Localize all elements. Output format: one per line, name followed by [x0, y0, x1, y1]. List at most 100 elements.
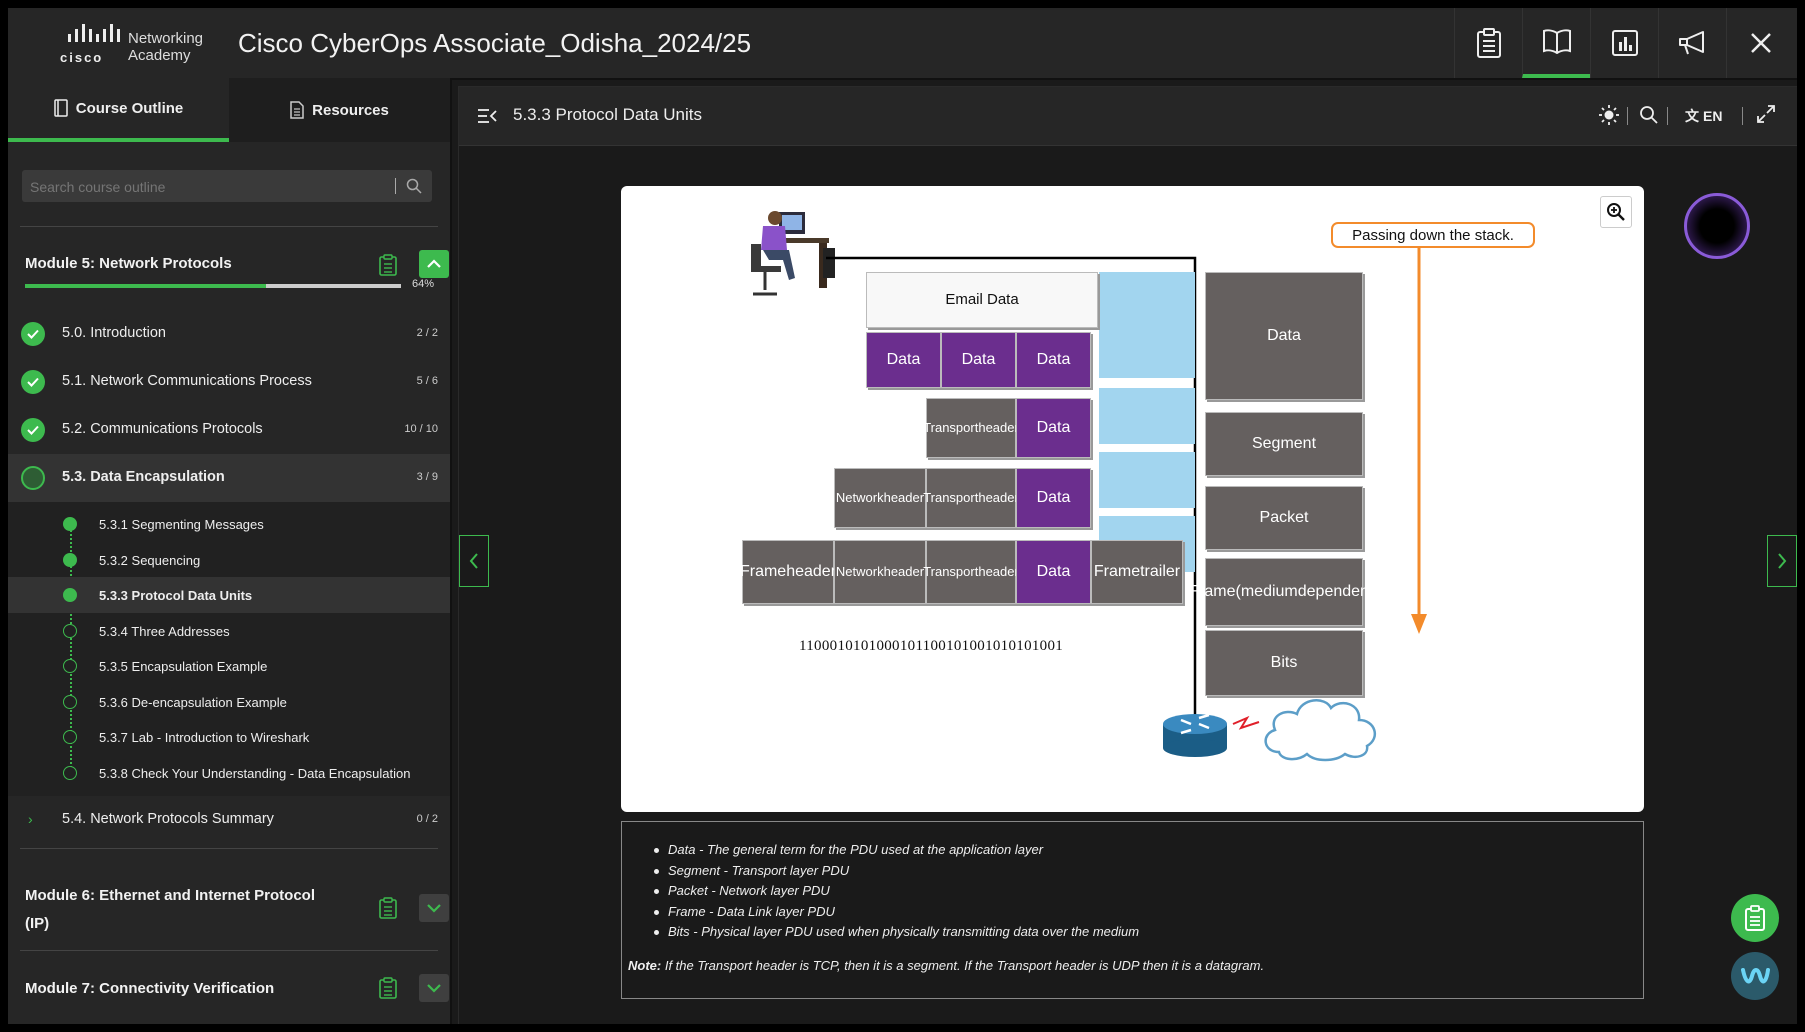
- divider: [1627, 107, 1628, 125]
- previous-page-button[interactable]: [459, 535, 489, 587]
- close-icon: [1751, 33, 1771, 53]
- zoom-button[interactable]: [1600, 196, 1632, 228]
- next-page-button[interactable]: [1767, 535, 1797, 587]
- pdu-notes: Data - The general term for the PDU used…: [621, 821, 1644, 999]
- bit-stream: 1100010101000101100101001010101001: [799, 638, 1064, 654]
- fullscreen-icon[interactable]: [1757, 105, 1775, 123]
- chevron-right-icon: [63, 695, 77, 709]
- chevron-right-icon: [63, 766, 77, 780]
- webex-icon: [1741, 968, 1770, 984]
- email-data-block: Email Data: [866, 272, 1098, 328]
- app-window: cisco Networking Academy Cisco CyberOps …: [8, 8, 1797, 1024]
- chevron-right-icon: [63, 624, 77, 638]
- module-5-progress-bar: [25, 284, 401, 288]
- megaphone-icon: [1679, 31, 1704, 55]
- router-icon: [1163, 713, 1227, 757]
- data-block: Data: [941, 332, 1016, 388]
- section-5-3[interactable]: 5.3. Data Encapsulation 3 / 9: [8, 454, 450, 502]
- clipboard-button[interactable]: [1454, 8, 1523, 78]
- divider: [20, 950, 438, 951]
- serial-link-icon: [1232, 715, 1260, 730]
- clipboard-icon: [1477, 28, 1501, 58]
- pdu-diagram-figure: Email Data Data Data Data Transport heade…: [621, 186, 1644, 812]
- topic-5-3-6[interactable]: 5.3.6 De-encapsulation Example: [8, 684, 450, 720]
- pdu-label-bits: Bits: [1205, 630, 1363, 696]
- course-book-button[interactable]: [1522, 8, 1591, 78]
- course-sidebar: Course Outline Resources Module 5: Netwo…: [8, 78, 452, 1024]
- completed-check-icon: [21, 418, 45, 442]
- module-assessment-icon[interactable]: [379, 977, 397, 999]
- quiz-fab-button[interactable]: [1731, 894, 1779, 942]
- announcements-button[interactable]: [1658, 8, 1727, 78]
- search-icon[interactable]: [406, 178, 422, 194]
- module-7-expand-button[interactable]: [419, 974, 449, 1002]
- search-icon[interactable]: [1639, 105, 1659, 125]
- chart-icon: [1612, 30, 1638, 56]
- divider: [20, 848, 438, 849]
- data-block: Data: [1016, 398, 1091, 458]
- network-header-block: Network header: [834, 540, 926, 604]
- search-divider: [395, 178, 396, 194]
- academy-wordmark: Networking Academy: [128, 30, 204, 64]
- translate-icon: 文: [1685, 108, 1699, 124]
- module-5-collapse-button[interactable]: [419, 250, 449, 278]
- module-assessment-icon[interactable]: [379, 897, 397, 919]
- topic-5-3-2[interactable]: 5.3.2 Sequencing: [8, 542, 450, 578]
- search-input[interactable]: [22, 170, 392, 204]
- frame-header-block: Frame header: [740, 540, 836, 604]
- section-5-1[interactable]: 5.1. Network Communications Process 5 / …: [8, 358, 450, 406]
- list-item: Data - The general term for the PDU used…: [654, 840, 1139, 861]
- user-workstation-icon: [751, 211, 835, 296]
- tab-course-outline[interactable]: Course Outline: [8, 78, 229, 142]
- top-bar: cisco Networking Academy Cisco CyberOps …: [8, 8, 1797, 80]
- medium-band: [1099, 452, 1195, 508]
- outline-book-icon: [53, 99, 68, 117]
- module-5-title[interactable]: Module 5: Network Protocols: [25, 255, 232, 272]
- completed-check-icon: [21, 370, 45, 394]
- language-selector[interactable]: 文 EN: [1685, 106, 1722, 126]
- progress-fill: [25, 284, 266, 288]
- list-item: Segment - Transport layer PDU: [654, 861, 1139, 882]
- assistant-avatar[interactable]: [1684, 193, 1750, 259]
- passing-down-label: Passing down the stack.: [1331, 222, 1535, 248]
- transport-header-block: Transport header: [923, 468, 1019, 528]
- sidebar-tabs: Course Outline Resources: [8, 78, 450, 142]
- data-block: Data: [1016, 540, 1091, 604]
- topic-5-3-5[interactable]: 5.3.5 Encapsulation Example: [8, 648, 450, 684]
- topic-5-3-3[interactable]: 5.3.3 Protocol Data Units: [8, 577, 450, 613]
- topic-5-3-1[interactable]: 5.3.1 Segmenting Messages: [8, 506, 450, 542]
- topic-5-3-4[interactable]: 5.3.4 Three Addresses: [8, 613, 450, 649]
- topic-5-3-8[interactable]: 5.3.8 Check Your Understanding - Data En…: [8, 755, 450, 791]
- chevron-right-icon: ›: [28, 811, 33, 827]
- section-5-0[interactable]: 5.0. Introduction 2 / 2: [8, 310, 450, 358]
- close-button[interactable]: [1726, 8, 1795, 78]
- networking-academy-logo[interactable]: cisco Networking Academy: [60, 24, 210, 65]
- brightness-icon[interactable]: [1599, 105, 1619, 125]
- transport-note: Note: If the Transport header is TCP, th…: [628, 958, 1265, 973]
- medium-band: [1099, 272, 1195, 378]
- clipboard-icon: [1745, 905, 1765, 931]
- grades-button[interactable]: [1590, 8, 1659, 78]
- data-block: Data: [1016, 332, 1091, 388]
- webex-button[interactable]: [1731, 952, 1779, 1000]
- pdu-label-packet: Packet: [1205, 486, 1363, 550]
- module-assessment-icon[interactable]: [379, 254, 397, 276]
- section-5-4[interactable]: › 5.4. Network Protocols Summary 0 / 2: [8, 796, 450, 844]
- module-7-title[interactable]: Module 7: Connectivity Verification: [25, 980, 274, 997]
- module-6-title[interactable]: Module 6: Ethernet and Internet Protocol…: [25, 882, 315, 938]
- data-block: Data: [866, 332, 941, 388]
- module-6-expand-button[interactable]: [419, 894, 449, 922]
- tab-resources[interactable]: Resources: [229, 78, 450, 142]
- toggle-sidebar-icon[interactable]: [477, 108, 497, 124]
- content-header: 5.3.3 Protocol Data Units 文 EN: [459, 87, 1797, 146]
- topic-5-3-7[interactable]: 5.3.7 Lab - Introduction to Wireshark: [8, 719, 450, 755]
- content-panel: 5.3.3 Protocol Data Units 文 EN Email Dat…: [458, 86, 1797, 1024]
- section-5-2[interactable]: 5.2. Communications Protocols 10 / 10: [8, 406, 450, 454]
- section-5-3-subitems: 5.3.1 Segmenting Messages 5.3.2 Sequenci…: [8, 502, 450, 796]
- frame-trailer-block: Frame trailer: [1091, 540, 1183, 604]
- completed-dot-icon: [63, 588, 77, 602]
- cisco-wordmark: cisco: [60, 50, 104, 65]
- chevron-right-icon: [63, 730, 77, 744]
- course-search: [22, 170, 432, 204]
- chevron-down-icon: [427, 904, 441, 913]
